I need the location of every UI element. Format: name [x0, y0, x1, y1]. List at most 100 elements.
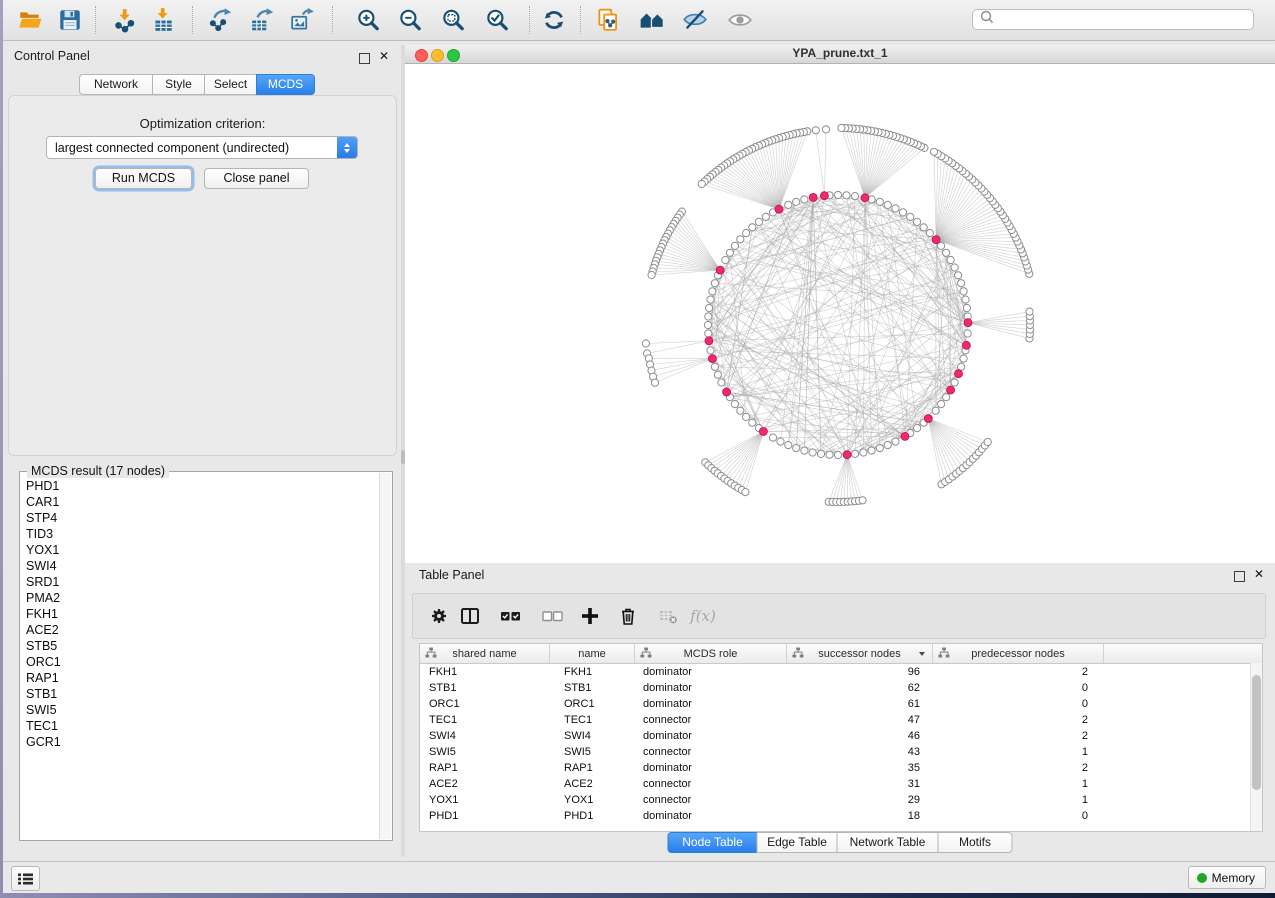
- column-header-successor-nodes[interactable]: successor nodes: [787, 644, 933, 663]
- column-label: predecessor nodes: [971, 648, 1065, 660]
- close-panel-button[interactable]: Close panel: [204, 168, 309, 189]
- run-mcds-button[interactable]: Run MCDS: [95, 168, 192, 189]
- task-history-button[interactable]: [11, 866, 40, 891]
- export-network-icon[interactable]: [205, 5, 237, 35]
- import-table-icon[interactable]: [147, 5, 179, 35]
- tab-style[interactable]: Style: [152, 74, 205, 95]
- table-cell: ORC1: [550, 698, 635, 710]
- toolbar-separator: [529, 6, 530, 34]
- table-cell: 2: [933, 762, 1104, 774]
- tab-network-table[interactable]: Network Table: [837, 832, 939, 853]
- table-row[interactable]: ORC1ORC1dominator610: [420, 696, 1262, 712]
- table-cell: 0: [933, 810, 1104, 822]
- table-options-icon[interactable]: [427, 604, 451, 628]
- table-row[interactable]: STB1STB1dominator620: [420, 680, 1262, 696]
- table-scrollbar[interactable]: [1250, 663, 1262, 831]
- save-session-icon[interactable]: [54, 5, 86, 35]
- column-type-icon: [792, 647, 804, 662]
- table-cell: 29: [787, 794, 933, 806]
- column-header-name[interactable]: name: [550, 644, 635, 663]
- search-icon: [979, 9, 995, 30]
- table-panel: Table Panel ✕: [405, 563, 1275, 857]
- network-graph[interactable]: [405, 63, 1275, 563]
- list-icon: [17, 871, 34, 887]
- criterion-select[interactable]: largest connected component (undirected): [46, 136, 358, 159]
- toolbar-separator: [192, 6, 193, 34]
- mcds-result-item: FKH1: [26, 606, 379, 622]
- tab-node-table[interactable]: Node Table: [668, 832, 758, 853]
- tab-motifs[interactable]: Motifs: [938, 832, 1013, 853]
- table-cell: dominator: [635, 682, 787, 694]
- tab-network[interactable]: Network: [79, 74, 153, 95]
- table-cell: dominator: [635, 666, 787, 678]
- clone-network-icon[interactable]: [592, 5, 624, 35]
- hide-selected-icon[interactable]: [679, 5, 711, 35]
- clear-selection-icon[interactable]: [541, 604, 565, 628]
- table-header-row: shared namenameMCDS rolesuccessor nodes p…: [420, 644, 1262, 664]
- tab-select[interactable]: Select: [204, 74, 257, 95]
- table-cell: 61: [787, 698, 933, 710]
- mcds-result-item: CAR1: [26, 494, 379, 510]
- mcds-result-item: GCR1: [26, 734, 379, 750]
- table-cell: 35: [787, 762, 933, 774]
- result-list-scrollbar[interactable]: [379, 473, 391, 839]
- select-all-icon[interactable]: [499, 604, 523, 628]
- close-panel-icon[interactable]: ✕: [379, 49, 389, 63]
- table-row[interactable]: ACE2ACE2connector311: [420, 776, 1262, 792]
- mcds-result-item: ACE2: [26, 622, 379, 638]
- mcds-result-item: RAP1: [26, 670, 379, 686]
- mcds-result-list[interactable]: PHD1CAR1STP4TID3YOX1SWI4SRD1PMA2FKH1ACE2…: [21, 474, 379, 839]
- table-row[interactable]: TEC1TEC1connector472: [420, 712, 1262, 728]
- mcds-result-item: STP4: [26, 510, 379, 526]
- zoom-in-icon[interactable]: [352, 5, 384, 35]
- mcds-result-item: TID3: [26, 526, 379, 542]
- network-window-titlebar[interactable]: YPA_prune.txt_1: [405, 45, 1275, 64]
- table-cell: RAP1: [420, 762, 550, 774]
- create-column-icon[interactable]: [578, 604, 602, 628]
- mcds-result-item: PMA2: [26, 590, 379, 606]
- node-table[interactable]: shared namenameMCDS rolesuccessor nodes p…: [419, 643, 1263, 832]
- zoom-fit-icon[interactable]: [437, 5, 469, 35]
- table-row[interactable]: RAP1RAP1dominator352: [420, 760, 1262, 776]
- scrollbar-thumb[interactable]: [1252, 675, 1261, 790]
- show-columns-icon[interactable]: [458, 604, 482, 628]
- float-window-icon[interactable]: [359, 53, 370, 64]
- table-row[interactable]: PHD1PHD1dominator180: [420, 808, 1262, 824]
- zoom-out-icon[interactable]: [394, 5, 426, 35]
- table-row[interactable]: SWI4SWI4dominator462: [420, 728, 1262, 744]
- table-cell: STB1: [420, 682, 550, 694]
- apply-layout-icon[interactable]: [538, 5, 570, 35]
- tab-edge-table[interactable]: Edge Table: [757, 832, 838, 853]
- export-table-icon[interactable]: [247, 5, 279, 35]
- table-cell: dominator: [635, 762, 787, 774]
- table-cell: 43: [787, 746, 933, 758]
- close-panel-icon[interactable]: ✕: [1254, 567, 1264, 581]
- network-overview-icon[interactable]: [636, 5, 668, 35]
- search-input[interactable]: [972, 9, 1254, 30]
- table-cell: FKH1: [550, 666, 635, 678]
- export-image-icon[interactable]: [287, 5, 319, 35]
- table-cell: 46: [787, 730, 933, 742]
- open-session-icon[interactable]: [14, 5, 46, 35]
- toolbar-separator: [332, 6, 333, 34]
- table-cell: ACE2: [420, 778, 550, 790]
- table-body: FKH1FKH1dominator962STB1STB1dominator620…: [420, 664, 1262, 824]
- column-header-predecessor-nodes[interactable]: predecessor nodes: [933, 644, 1104, 663]
- delete-columns-icon[interactable]: [616, 604, 640, 628]
- table-row[interactable]: SWI5SWI5connector431: [420, 744, 1262, 760]
- column-header-shared-name[interactable]: shared name: [420, 644, 550, 663]
- table-cell: connector: [635, 794, 787, 806]
- control-panel: Control Panel ✕ NetworkStyleSelectMCDS O…: [8, 45, 399, 857]
- table-row[interactable]: FKH1FKH1dominator962: [420, 664, 1262, 680]
- table-row[interactable]: YOX1YOX1connector291: [420, 792, 1262, 808]
- table-cell: 62: [787, 682, 933, 694]
- column-header-MCDS-role[interactable]: MCDS role: [635, 644, 787, 663]
- float-window-icon[interactable]: [1234, 571, 1245, 582]
- table-tabs: Node TableEdge TableNetwork TableMotifs: [668, 832, 1013, 853]
- zoom-selected-icon[interactable]: [481, 5, 513, 35]
- tab-mcds[interactable]: MCDS: [256, 74, 315, 95]
- column-type-icon: [640, 647, 652, 662]
- memory-button[interactable]: Memory: [1188, 866, 1266, 889]
- import-network-icon[interactable]: [109, 5, 141, 35]
- table-cell: TEC1: [420, 714, 550, 726]
